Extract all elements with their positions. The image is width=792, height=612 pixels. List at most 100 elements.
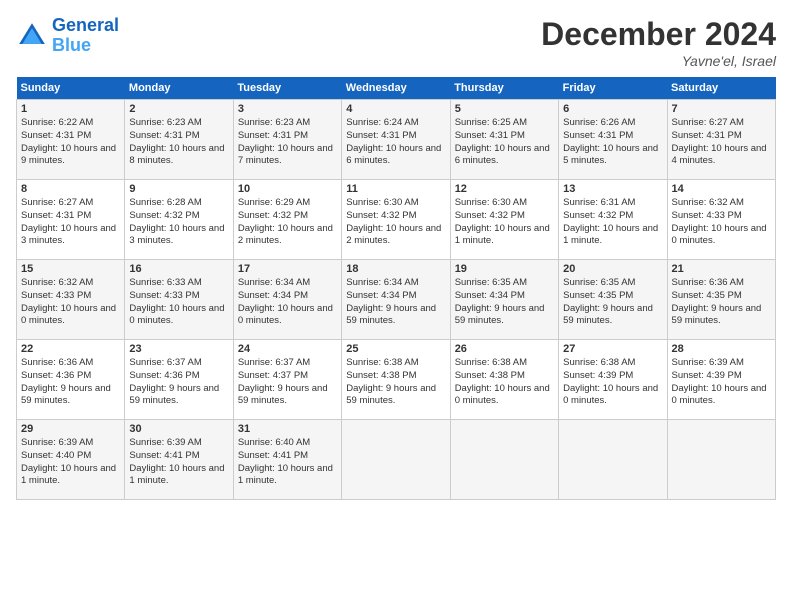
calendar-cell: 10 Sunrise: 6:29 AMSunset: 4:32 PMDayligh… [233, 180, 341, 260]
day-number: 30 [129, 423, 228, 435]
day-number: 28 [672, 343, 771, 355]
cell-info: Sunrise: 6:35 AMSunset: 4:34 PMDaylight:… [455, 277, 554, 328]
calendar-cell: 18Sunrise: 6:34 AMSunset: 4:34 PMDayligh… [342, 260, 450, 340]
day-number: 24 [238, 343, 337, 355]
logo-text: General Blue [52, 16, 119, 56]
month-year-title: December 2024 [541, 16, 776, 53]
calendar-cell: 21 Sunrise: 6:36 AMSunset: 4:35 PMDayligh… [667, 260, 775, 340]
calendar-cell: 4 Sunrise: 6:24 AMSunset: 4:31 PMDaylight… [342, 100, 450, 180]
cell-info: Sunrise: 6:32 AMSunset: 4:33 PMDaylight:… [672, 197, 771, 248]
calendar-cell: 15 Sunrise: 6:32 AMSunset: 4:33 PMDayligh… [17, 260, 125, 340]
page-header: General Blue December 2024 Yavne'el, Isr… [16, 16, 776, 69]
calendar-cell: 9 Sunrise: 6:28 AMSunset: 4:32 PMDaylight… [125, 180, 233, 260]
day-number: 14 [672, 183, 771, 195]
cell-info: Sunrise: 6:39 AMSunset: 4:40 PMDaylight:… [21, 437, 120, 488]
calendar-cell: 17 Sunrise: 6:34 AMSunset: 4:34 PMDayligh… [233, 260, 341, 340]
day-number: 4 [346, 103, 445, 115]
calendar-cell: 26 Sunrise: 6:38 AMSunset: 4:38 PMDayligh… [450, 340, 558, 420]
cell-info: Sunrise: 6:29 AMSunset: 4:32 PMDaylight:… [238, 197, 337, 248]
day-number: 10 [238, 183, 337, 195]
cell-info: Sunrise: 6:30 AMSunset: 4:32 PMDaylight:… [455, 197, 554, 248]
calendar-week-row: 8Sunrise: 6:27 AMSunset: 4:31 PMDaylight… [17, 180, 776, 260]
calendar-week-row: 29 Sunrise: 6:39 AMSunset: 4:40 PMDayligh… [17, 420, 776, 500]
calendar-cell [450, 420, 558, 500]
calendar-cell: 31Sunrise: 6:40 AMSunset: 4:41 PMDayligh… [233, 420, 341, 500]
calendar-cell: 7Sunrise: 6:27 AMSunset: 4:31 PMDaylight… [667, 100, 775, 180]
day-number: 26 [455, 343, 554, 355]
day-number: 25 [346, 343, 445, 355]
cell-info: Sunrise: 6:32 AMSunset: 4:33 PMDaylight:… [21, 277, 120, 328]
calendar-cell: 6 Sunrise: 6:26 AMSunset: 4:31 PMDaylight… [559, 100, 667, 180]
day-number: 11 [346, 183, 445, 195]
location-subtitle: Yavne'el, Israel [541, 53, 776, 69]
weekday-header-thursday: Thursday [450, 77, 558, 100]
calendar-cell: 8Sunrise: 6:27 AMSunset: 4:31 PMDaylight… [17, 180, 125, 260]
cell-info: Sunrise: 6:33 AMSunset: 4:33 PMDaylight:… [129, 277, 228, 328]
calendar-cell: 13 Sunrise: 6:31 AMSunset: 4:32 PMDayligh… [559, 180, 667, 260]
day-number: 15 [21, 263, 120, 275]
cell-info: Sunrise: 6:37 AMSunset: 4:37 PMDaylight:… [238, 357, 337, 408]
cell-info: Sunrise: 6:31 AMSunset: 4:32 PMDaylight:… [563, 197, 662, 248]
cell-info: Sunrise: 6:36 AMSunset: 4:36 PMDaylight:… [21, 357, 120, 408]
day-number: 29 [21, 423, 120, 435]
calendar-cell: 24 Sunrise: 6:37 AMSunset: 4:37 PMDayligh… [233, 340, 341, 420]
day-number: 9 [129, 183, 228, 195]
day-number: 16 [129, 263, 228, 275]
cell-info: Sunrise: 6:37 AMSunset: 4:36 PMDaylight:… [129, 357, 228, 408]
day-number: 23 [129, 343, 228, 355]
day-number: 20 [563, 263, 662, 275]
day-number: 5 [455, 103, 554, 115]
day-number: 2 [129, 103, 228, 115]
day-number: 3 [238, 103, 337, 115]
day-number: 17 [238, 263, 337, 275]
weekday-header-monday: Monday [125, 77, 233, 100]
calendar-cell: 11Sunrise: 6:30 AMSunset: 4:32 PMDayligh… [342, 180, 450, 260]
calendar-cell: 20 Sunrise: 6:35 AMSunset: 4:35 PMDayligh… [559, 260, 667, 340]
cell-info: Sunrise: 6:28 AMSunset: 4:32 PMDaylight:… [129, 197, 228, 248]
weekday-header-row: SundayMondayTuesdayWednesdayThursdayFrid… [17, 77, 776, 100]
calendar-week-row: 1 Sunrise: 6:22 AMSunset: 4:31 PMDaylight… [17, 100, 776, 180]
cell-info: Sunrise: 6:23 AMSunset: 4:31 PMDaylight:… [238, 117, 337, 168]
calendar-cell [667, 420, 775, 500]
calendar-cell: 16 Sunrise: 6:33 AMSunset: 4:33 PMDayligh… [125, 260, 233, 340]
day-number: 13 [563, 183, 662, 195]
logo: General Blue [16, 16, 119, 56]
weekday-header-friday: Friday [559, 77, 667, 100]
calendar-cell: 1 Sunrise: 6:22 AMSunset: 4:31 PMDaylight… [17, 100, 125, 180]
calendar-cell: 2Sunrise: 6:23 AMSunset: 4:31 PMDaylight… [125, 100, 233, 180]
calendar-cell [342, 420, 450, 500]
day-number: 1 [21, 103, 120, 115]
calendar-cell [559, 420, 667, 500]
calendar-cell: 5Sunrise: 6:25 AMSunset: 4:31 PMDaylight… [450, 100, 558, 180]
cell-info: Sunrise: 6:39 AMSunset: 4:39 PMDaylight:… [672, 357, 771, 408]
cell-info: Sunrise: 6:36 AMSunset: 4:35 PMDaylight:… [672, 277, 771, 328]
calendar-cell: 3 Sunrise: 6:23 AMSunset: 4:31 PMDaylight… [233, 100, 341, 180]
cell-info: Sunrise: 6:34 AMSunset: 4:34 PMDaylight:… [346, 277, 445, 328]
calendar-week-row: 22 Sunrise: 6:36 AMSunset: 4:36 PMDayligh… [17, 340, 776, 420]
calendar-cell: 25Sunrise: 6:38 AMSunset: 4:38 PMDayligh… [342, 340, 450, 420]
day-number: 7 [672, 103, 771, 115]
day-number: 6 [563, 103, 662, 115]
day-number: 22 [21, 343, 120, 355]
cell-info: Sunrise: 6:22 AMSunset: 4:31 PMDaylight:… [21, 117, 120, 168]
cell-info: Sunrise: 6:26 AMSunset: 4:31 PMDaylight:… [563, 117, 662, 168]
weekday-header-wednesday: Wednesday [342, 77, 450, 100]
title-block: December 2024 Yavne'el, Israel [541, 16, 776, 69]
cell-info: Sunrise: 6:38 AMSunset: 4:39 PMDaylight:… [563, 357, 662, 408]
cell-info: Sunrise: 6:39 AMSunset: 4:41 PMDaylight:… [129, 437, 228, 488]
cell-info: Sunrise: 6:27 AMSunset: 4:31 PMDaylight:… [21, 197, 120, 248]
cell-info: Sunrise: 6:24 AMSunset: 4:31 PMDaylight:… [346, 117, 445, 168]
cell-info: Sunrise: 6:38 AMSunset: 4:38 PMDaylight:… [455, 357, 554, 408]
day-number: 21 [672, 263, 771, 275]
calendar-cell: 28 Sunrise: 6:39 AMSunset: 4:39 PMDayligh… [667, 340, 775, 420]
day-number: 31 [238, 423, 337, 435]
calendar-cell: 30 Sunrise: 6:39 AMSunset: 4:41 PMDayligh… [125, 420, 233, 500]
day-number: 19 [455, 263, 554, 275]
cell-info: Sunrise: 6:34 AMSunset: 4:34 PMDaylight:… [238, 277, 337, 328]
cell-info: Sunrise: 6:35 AMSunset: 4:35 PMDaylight:… [563, 277, 662, 328]
day-number: 12 [455, 183, 554, 195]
calendar-week-row: 15 Sunrise: 6:32 AMSunset: 4:33 PMDayligh… [17, 260, 776, 340]
calendar-cell: 22 Sunrise: 6:36 AMSunset: 4:36 PMDayligh… [17, 340, 125, 420]
day-number: 27 [563, 343, 662, 355]
calendar-cell: 12 Sunrise: 6:30 AMSunset: 4:32 PMDayligh… [450, 180, 558, 260]
